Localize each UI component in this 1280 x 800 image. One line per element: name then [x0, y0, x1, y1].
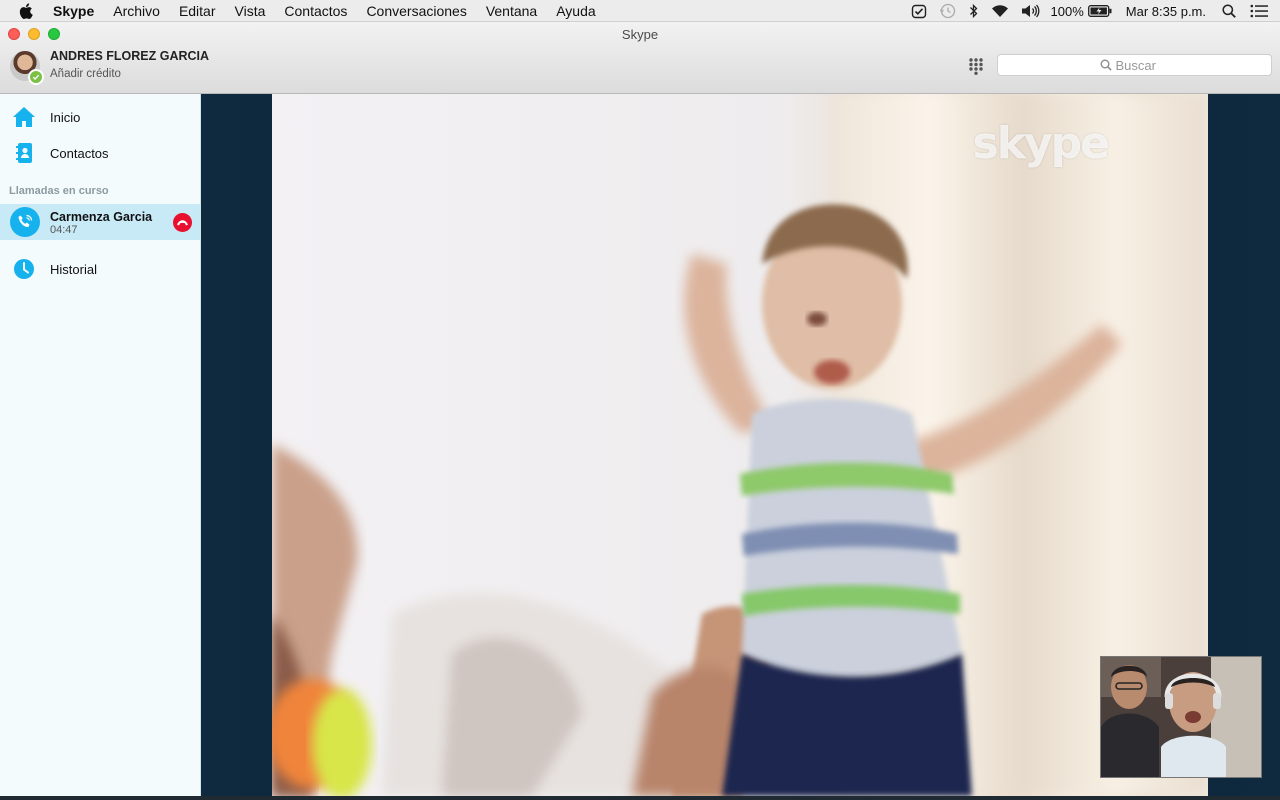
sidebar-item-label: Historial: [50, 261, 97, 277]
sidebar-item-label: Inicio: [50, 109, 81, 125]
skype-window: Skype ANDRES FLOREZ GARCIA Añadir crédit…: [0, 22, 1280, 800]
menubar-clock[interactable]: Mar 8:35 p.m.: [1126, 4, 1206, 19]
volume-icon[interactable]: [1021, 4, 1041, 18]
remote-video-image: [272, 94, 1208, 796]
self-view-video[interactable]: [1100, 656, 1262, 778]
self-view-image: [1101, 657, 1261, 777]
search-field[interactable]: [997, 54, 1272, 76]
call-contact-name: Carmenza Garcia: [50, 210, 153, 224]
call-in-progress-icon: [10, 207, 40, 237]
time-machine-icon[interactable]: [939, 3, 957, 19]
home-icon: [12, 105, 36, 129]
battery-percentage: 100%: [1050, 3, 1084, 19]
online-status-icon: [28, 69, 44, 85]
bluetooth-icon[interactable]: [969, 3, 979, 19]
call-duration: 04:47: [50, 224, 78, 236]
menu-ventana[interactable]: Ventana: [486, 3, 537, 19]
contacts-icon: [12, 141, 36, 165]
spotlight-search-icon[interactable]: [1222, 4, 1236, 18]
menu-bar: Skype Archivo Editar Vista Contactos Con…: [0, 0, 1280, 22]
remote-video-feed: skype: [272, 94, 1208, 796]
menu-contactos[interactable]: Contactos: [284, 3, 347, 19]
hang-up-button[interactable]: [173, 213, 192, 232]
sidebar: Inicio Contactos Llamadas en curso Carme…: [0, 94, 201, 796]
menu-skype[interactable]: Skype: [53, 3, 94, 19]
wifi-icon[interactable]: [991, 4, 1009, 18]
notification-center-icon[interactable]: [1250, 4, 1268, 18]
dialpad-icon[interactable]: [968, 57, 984, 75]
battery-charging-icon[interactable]: [1087, 5, 1112, 17]
skype-watermark-logo: skype: [972, 118, 1110, 169]
avatar[interactable]: [10, 51, 44, 85]
menu-editar[interactable]: Editar: [179, 3, 216, 19]
sidebar-item-historial[interactable]: Historial: [0, 251, 200, 287]
clock-icon: [12, 257, 36, 281]
search-input[interactable]: [1115, 57, 1170, 73]
profile-name[interactable]: ANDRES FLOREZ GARCIA: [50, 49, 209, 63]
window-title: Skype: [621, 27, 659, 42]
menu-vista[interactable]: Vista: [235, 3, 266, 19]
sidebar-item-contactos[interactable]: Contactos: [0, 135, 200, 171]
sidebar-item-inicio[interactable]: Inicio: [0, 99, 200, 135]
sidebar-item-label: Contactos: [50, 145, 109, 161]
sidebar-item-active-call[interactable]: Carmenza Garcia 04:47: [0, 204, 200, 240]
tasks-check-icon[interactable]: [911, 3, 927, 19]
menu-conversaciones[interactable]: Conversaciones: [366, 3, 466, 19]
menu-archivo[interactable]: Archivo: [113, 3, 160, 19]
apple-menu-icon[interactable]: [19, 2, 35, 19]
ongoing-calls-label: Llamadas en curso: [9, 185, 109, 197]
add-credit-link[interactable]: Añadir crédito: [50, 68, 121, 80]
menu-ayuda[interactable]: Ayuda: [556, 3, 595, 19]
title-bar: Skype ANDRES FLOREZ GARCIA Añadir crédit…: [0, 22, 1280, 94]
video-call-area[interactable]: skype: [201, 94, 1280, 796]
search-icon: [1100, 59, 1112, 71]
hang-up-icon: [177, 220, 188, 226]
